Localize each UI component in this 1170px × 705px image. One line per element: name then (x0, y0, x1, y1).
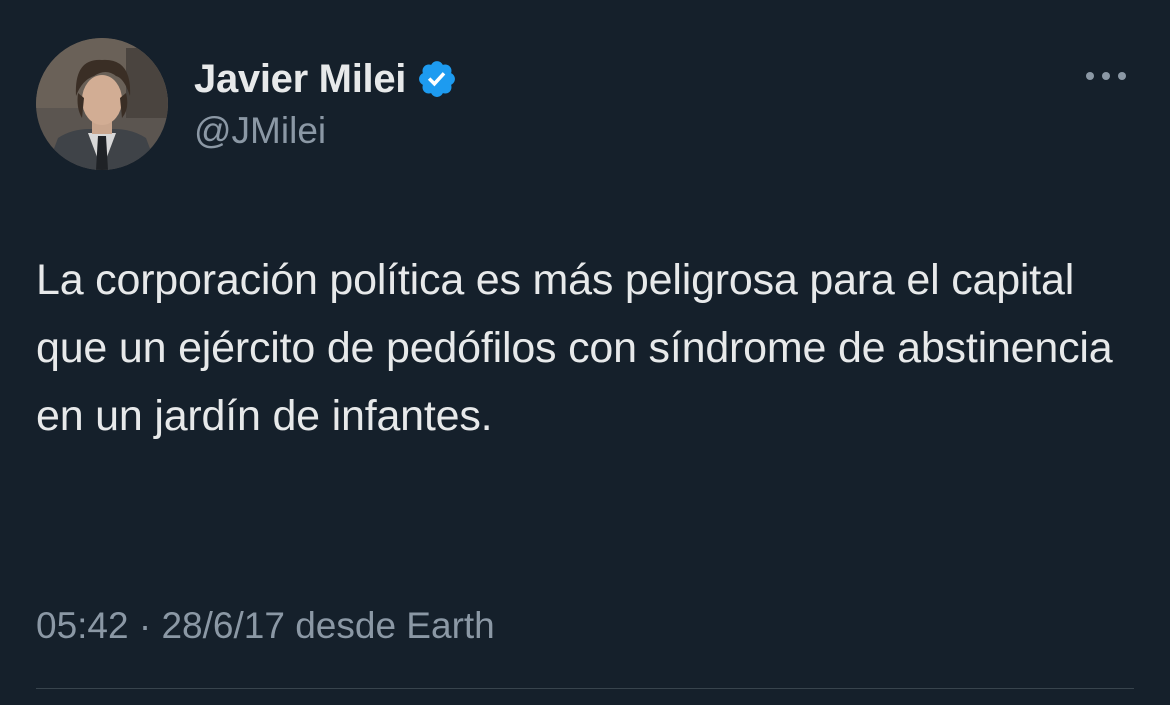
tweet-time[interactable]: 05:42 (36, 605, 129, 646)
author-name-row[interactable]: Javier Milei (194, 54, 458, 104)
tweet-metadata: 05:42 · 28/6/17 desde Earth (36, 600, 495, 652)
author-handle[interactable]: @JMilei (194, 106, 326, 156)
tweet-text: La corporación política es más peligrosa… (36, 256, 1113, 440)
meta-separator: · (138, 605, 152, 646)
divider (36, 688, 1134, 689)
more-horizontal-icon (1086, 72, 1126, 80)
display-name[interactable]: Javier Milei (194, 54, 406, 104)
avatar[interactable] (36, 38, 168, 170)
verified-badge-icon (416, 58, 458, 100)
tweet-date[interactable]: 28/6/17 (161, 605, 284, 646)
avatar-image (36, 38, 168, 170)
tweet-source: desde Earth (295, 605, 495, 646)
more-options-button[interactable] (1078, 56, 1134, 96)
tweet-card: Javier Milei @JMilei La corporación polí… (0, 0, 1170, 705)
